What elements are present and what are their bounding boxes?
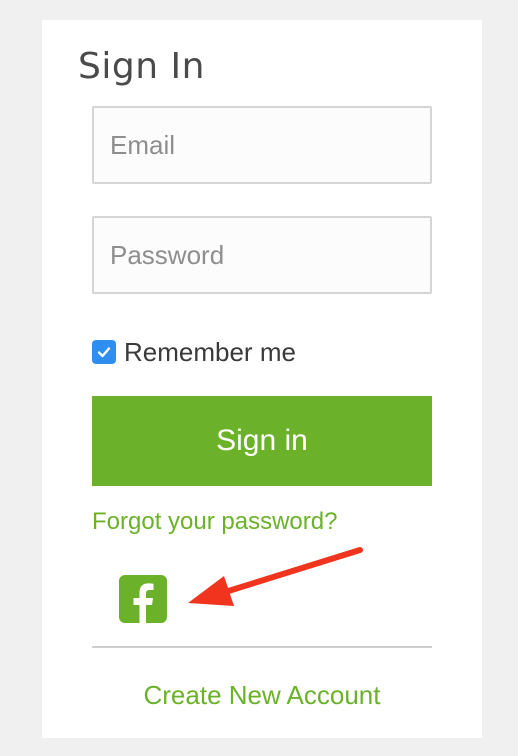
forgot-password-link[interactable]: Forgot your password? xyxy=(92,508,337,536)
email-field[interactable] xyxy=(92,106,432,184)
pointer-arrow-icon xyxy=(188,547,363,606)
checkmark-icon xyxy=(97,347,111,358)
remember-me-label: Remember me xyxy=(124,336,296,367)
password-field[interactable] xyxy=(92,216,432,294)
facebook-login-button[interactable] xyxy=(119,575,167,623)
facebook-icon xyxy=(133,583,154,623)
remember-me-toggle[interactable]: Remember me xyxy=(92,336,296,368)
remember-me-checkbox[interactable] xyxy=(92,340,116,364)
divider xyxy=(92,646,432,648)
signin-card: Sign In Remember me Sign in Forgot your … xyxy=(42,20,482,738)
page-title: Sign In xyxy=(78,46,205,87)
create-account-link[interactable]: Create New Account xyxy=(92,680,432,711)
sign-in-button[interactable]: Sign in xyxy=(92,396,432,486)
